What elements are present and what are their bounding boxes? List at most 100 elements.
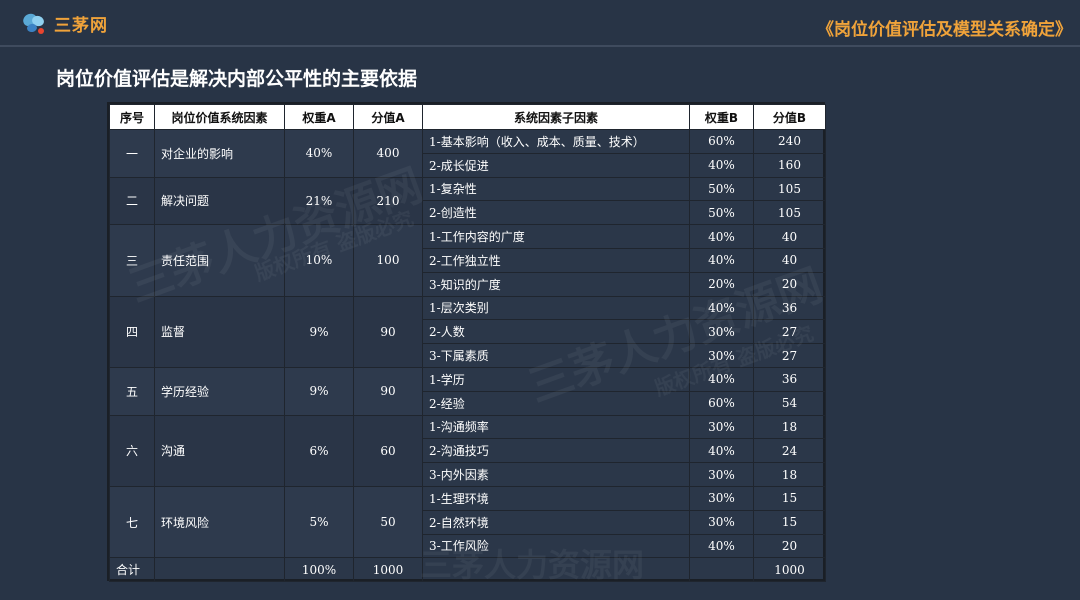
weight-a-cell: 5% — [284, 485, 354, 559]
row-no-cell: 一 — [109, 129, 155, 178]
weight-b-cell: 50% — [689, 200, 754, 226]
sub-factor-cell: 3-下属素质 — [422, 343, 690, 368]
weight-b-cell: 40% — [689, 438, 754, 464]
sub-factor-cell: 2-经验 — [422, 390, 690, 416]
weight-a-cell: 6% — [284, 414, 354, 487]
weight-a-cell: 9% — [284, 366, 354, 416]
score-b-cell: 240 — [753, 129, 826, 154]
table-header-row: 序号 岗位价值系统因素 权重A 分值A 系统因素子因素 权重B 分值B — [109, 104, 826, 130]
sub-factor-cell: 3-内外因素 — [422, 462, 690, 487]
table-row: 七环境风险 5% 50 1-生理环境 30% 15 — [109, 485, 826, 559]
score-b-cell: 105 — [753, 200, 826, 226]
weight-b-cell: 30% — [689, 319, 754, 345]
weight-b-cell: 30% — [689, 485, 754, 511]
weight-a-cell: 9% — [284, 295, 354, 368]
total-sub-cell — [422, 557, 690, 583]
score-b-cell: 15 — [753, 509, 826, 535]
col-header-sub-factor: 系统因素子因素 — [422, 104, 690, 130]
header-title: 《岗位价值评估及模型关系确定》 — [817, 20, 1072, 40]
weight-b-cell: 40% — [689, 152, 754, 178]
top-bar: 三茅网 《岗位价值评估及模型关系确定》 — [0, 0, 1080, 46]
score-b-cell: 36 — [753, 366, 826, 392]
score-b-cell: 54 — [753, 390, 826, 416]
weight-b-cell: 20% — [689, 271, 754, 297]
sub-factor-cell: 3-工作风险 — [422, 533, 690, 559]
factor-cell: 学历经验 — [154, 366, 285, 416]
row-no-cell: 六 — [109, 414, 155, 487]
total-row: 合计 100% 1000 1000 — [109, 557, 826, 583]
col-header-no: 序号 — [109, 104, 155, 130]
col-header-score-a: 分值A — [353, 104, 423, 130]
total-factor-cell — [154, 557, 285, 583]
score-a-cell: 90 — [353, 366, 423, 416]
weight-b-cell: 50% — [689, 176, 754, 202]
score-b-cell: 160 — [753, 152, 826, 178]
score-b-cell: 18 — [753, 462, 826, 487]
factor-cell: 解决问题 — [154, 176, 285, 226]
score-a-cell: 210 — [353, 176, 423, 226]
sub-factor-cell: 1-沟通频率 — [422, 414, 690, 440]
row-no-cell: 七 — [109, 485, 155, 559]
evaluation-table: 序号 岗位价值系统因素 权重A 分值A 系统因素子因素 权重B 分值B 一对企业… — [109, 104, 826, 583]
sub-factor-cell: 1-学历 — [422, 366, 690, 392]
page-title: 岗位价值评估是解决内部公平性的主要依据 — [56, 68, 418, 90]
score-b-cell: 40 — [753, 224, 826, 249]
score-b-cell: 40 — [753, 247, 826, 273]
brand[interactable]: 三茅网 — [22, 11, 108, 36]
weight-a-cell: 21% — [284, 176, 354, 226]
table-row: 二解决问题 21% 210 1-复杂性 50% 105 — [109, 176, 826, 226]
weight-b-cell: 40% — [689, 224, 754, 249]
weight-b-cell: 40% — [689, 366, 754, 392]
score-b-cell: 24 — [753, 438, 826, 464]
weight-b-cell: 40% — [689, 247, 754, 273]
col-header-factor: 岗位价值系统因素 — [154, 104, 285, 130]
score-a-cell: 90 — [353, 295, 423, 368]
weight-b-cell: 40% — [689, 295, 754, 321]
sub-factor-cell: 2-沟通技巧 — [422, 438, 690, 464]
sub-factor-cell: 1-复杂性 — [422, 176, 690, 202]
sub-factor-cell: 2-工作独立性 — [422, 247, 690, 273]
factor-cell: 环境风险 — [154, 485, 285, 559]
weight-b-cell: 60% — [689, 390, 754, 416]
weight-a-cell: 10% — [284, 224, 354, 297]
weight-b-cell: 40% — [689, 533, 754, 559]
sub-factor-cell: 1-工作内容的广度 — [422, 224, 690, 249]
score-a-cell: 50 — [353, 485, 423, 559]
weight-b-cell: 30% — [689, 343, 754, 368]
score-a-cell: 100 — [353, 224, 423, 297]
sub-factor-cell: 2-创造性 — [422, 200, 690, 226]
sub-factor-cell: 2-自然环境 — [422, 509, 690, 535]
row-no-cell: 五 — [109, 366, 155, 416]
sub-factor-cell: 1-基本影响（收入、成本、质量、技术） — [422, 129, 690, 154]
score-b-cell: 105 — [753, 176, 826, 202]
score-b-cell: 15 — [753, 485, 826, 511]
score-b-cell: 36 — [753, 295, 826, 321]
score-b-cell: 20 — [753, 533, 826, 559]
total-label-cell: 合计 — [109, 557, 155, 583]
factor-cell: 监督 — [154, 295, 285, 368]
weight-b-cell: 60% — [689, 129, 754, 154]
sub-factor-cell: 3-知识的广度 — [422, 271, 690, 297]
table-row: 四监督 9% 90 1-层次类别 40% 36 — [109, 295, 826, 368]
score-b-cell: 20 — [753, 271, 826, 297]
row-no-cell: 四 — [109, 295, 155, 368]
row-no-cell: 二 — [109, 176, 155, 226]
score-a-cell: 400 — [353, 129, 423, 178]
butterfly-logo-icon — [23, 13, 44, 34]
weight-b-cell: 30% — [689, 414, 754, 440]
weight-a-cell: 40% — [284, 129, 354, 178]
header-divider — [0, 45, 1080, 47]
score-b-cell: 18 — [753, 414, 826, 440]
col-header-score-b: 分值B — [753, 104, 826, 130]
evaluation-table-container: 序号 岗位价值系统因素 权重A 分值A 系统因素子因素 权重B 分值B 一对企业… — [107, 102, 826, 583]
table-row: 一对企业的影响 40% 400 1-基本影响（收入、成本、质量、技术） 60% 240 — [109, 129, 826, 178]
table-row: 六沟通 6% 60 1-沟通频率 30% 18 — [109, 414, 826, 487]
factor-cell: 沟通 — [154, 414, 285, 487]
factor-cell: 对企业的影响 — [154, 129, 285, 178]
score-a-cell: 60 — [353, 414, 423, 487]
total-score-b-cell: 1000 — [753, 557, 826, 583]
score-b-cell: 27 — [753, 319, 826, 345]
factor-cell: 责任范围 — [154, 224, 285, 297]
sub-factor-cell: 1-层次类别 — [422, 295, 690, 321]
weight-b-cell: 30% — [689, 462, 754, 487]
